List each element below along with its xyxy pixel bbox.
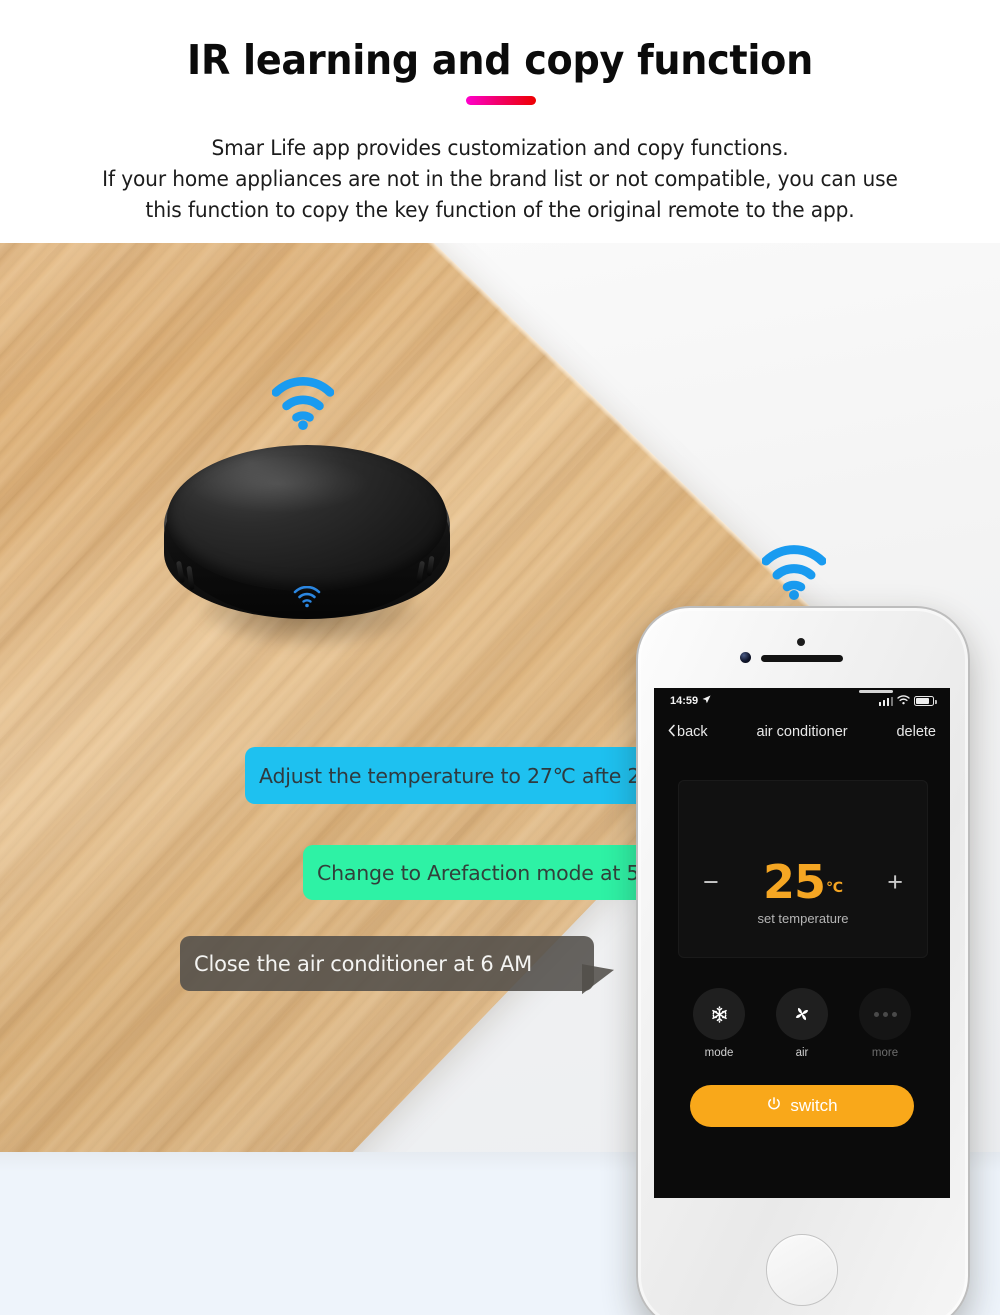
snowflake-icon: [693, 988, 745, 1040]
temperature-readout: 25℃: [763, 859, 843, 905]
temperature-decrease-button[interactable]: −: [703, 868, 719, 896]
phone-screen: 14:59 back air conditioner delete − 25℃ …: [654, 688, 950, 1198]
ellipsis-icon: [859, 988, 911, 1040]
product-feature-page: IR learning and copy function Smar Life …: [0, 0, 1000, 1315]
back-button-label: back: [677, 724, 708, 740]
page-title: IR learning and copy function: [187, 36, 813, 84]
chevron-left-icon: [668, 724, 675, 741]
temperature-card: − 25℃ + set temperature: [678, 780, 928, 958]
temperature-caption: set temperature: [757, 911, 849, 926]
proximity-sensor-icon: [797, 638, 805, 646]
status-bar-right: [878, 694, 937, 708]
subtitle-line-2: If your home appliances are not in the b…: [102, 167, 898, 191]
subtitle-line-1: Smar Life app provides customization and…: [211, 136, 789, 160]
status-time: 14:59: [670, 695, 699, 707]
control-buttons-row: mode air more: [678, 988, 926, 1059]
wifi-signal-phone-icon: [761, 543, 827, 601]
page-subtitle: Smar Life app provides customization and…: [20, 133, 980, 226]
temperature-value: 25: [763, 855, 826, 909]
speech-bubble-temperature: Adjust the temperature to 27℃ afte 2 hou…: [245, 747, 715, 814]
wifi-icon: [897, 694, 910, 708]
speech-bubble-text: Change to Arefaction mode at 5 AM: [317, 860, 677, 885]
speech-bubble-close: Close the air conditioner at 6 AM: [180, 936, 614, 1000]
wifi-led-icon: [291, 585, 323, 608]
hub-top-surface: [167, 445, 447, 591]
location-arrow-icon: [702, 695, 711, 707]
ir-smart-hub-device: [156, 439, 460, 669]
app-navigation-bar: back air conditioner delete: [654, 714, 950, 750]
status-bar: 14:59: [654, 688, 950, 714]
switch-power-button[interactable]: switch: [690, 1085, 914, 1127]
delete-button[interactable]: delete: [896, 724, 936, 740]
power-icon: [766, 1096, 782, 1117]
speech-bubble-tail: [582, 964, 614, 1000]
product-photo-scene: Adjust the temperature to 27℃ afte 2 hou…: [0, 243, 1000, 1315]
more-button-label: more: [871, 1047, 899, 1059]
hub-top-gloss: [189, 455, 369, 513]
mode-button[interactable]: mode: [686, 988, 752, 1059]
header-section: IR learning and copy function Smar Life …: [0, 0, 1000, 243]
subtitle-line-3: this function to copy the key function o…: [145, 198, 855, 222]
home-button[interactable]: [766, 1234, 838, 1306]
speech-bubble-text: Close the air conditioner at 6 AM: [194, 951, 533, 976]
temperature-adjust-row: − 25℃ +: [679, 859, 927, 905]
cellular-bars-icon: [878, 696, 893, 706]
air-button[interactable]: air: [769, 988, 835, 1059]
battery-icon: [914, 696, 937, 706]
title-underline-accent: [466, 96, 536, 105]
app-screen-title: air conditioner: [756, 724, 848, 740]
more-button[interactable]: more: [852, 988, 918, 1059]
temperature-increase-button[interactable]: +: [887, 868, 903, 896]
wifi-signal-hub-icon: [271, 375, 335, 431]
front-camera-icon: [740, 652, 751, 663]
switch-button-label: switch: [790, 1096, 838, 1115]
fan-icon: [776, 988, 828, 1040]
back-button[interactable]: back: [668, 724, 708, 741]
smartphone-mockup: 14:59 back air conditioner delete − 25℃ …: [636, 606, 970, 1315]
air-button-label: air: [795, 1047, 809, 1059]
mode-button-label: mode: [704, 1047, 734, 1059]
earpiece-speaker: [761, 655, 843, 662]
temperature-unit: ℃: [826, 879, 843, 896]
status-bar-left: 14:59: [670, 695, 711, 707]
